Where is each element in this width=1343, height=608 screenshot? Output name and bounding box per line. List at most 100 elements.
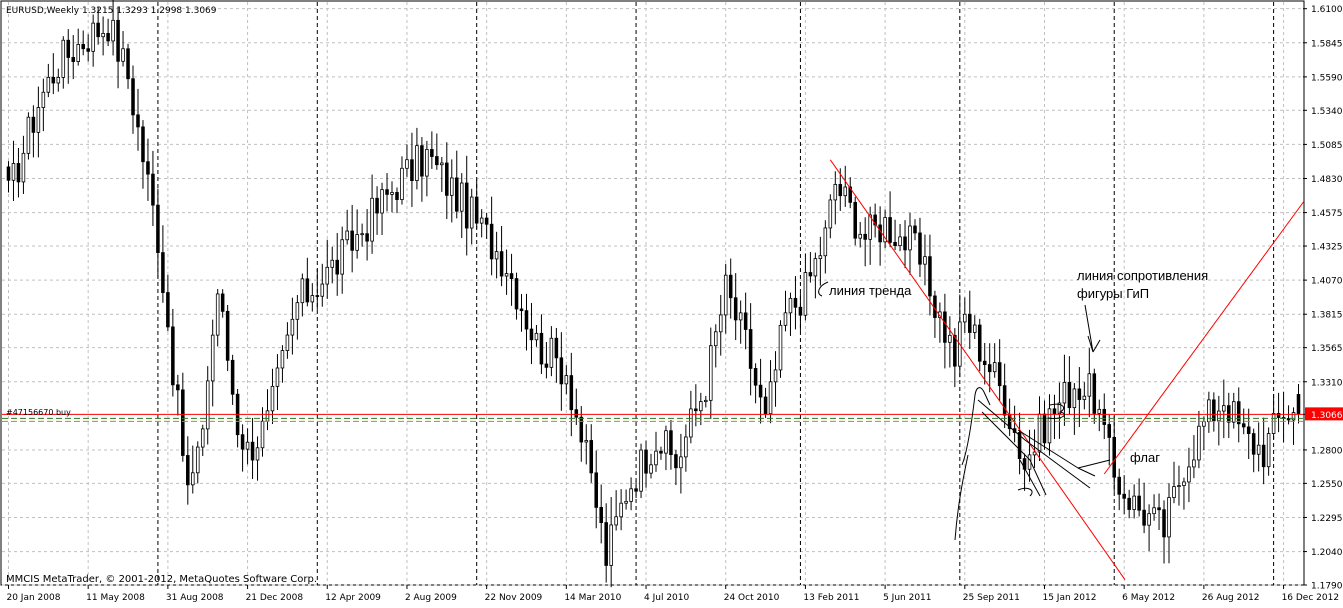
candle-bear[interactable] xyxy=(220,293,225,312)
candle-bear[interactable] xyxy=(589,440,594,474)
candle-bear[interactable] xyxy=(793,297,798,308)
candle-bear[interactable] xyxy=(186,455,190,486)
candle-bull[interactable] xyxy=(773,369,778,383)
candle-bull[interactable] xyxy=(833,184,838,201)
candle-bull[interactable] xyxy=(91,22,95,52)
candle-bear[interactable] xyxy=(634,488,638,492)
candle-bear[interactable] xyxy=(1241,423,1246,428)
candle-bull[interactable] xyxy=(718,314,723,333)
candle-bear[interactable] xyxy=(1261,444,1266,468)
candle-bull[interactable] xyxy=(425,149,429,177)
candle-bear[interactable] xyxy=(6,166,11,181)
candle-bear[interactable] xyxy=(116,19,120,62)
candle-bear[interactable] xyxy=(743,312,748,330)
candle-bear[interactable] xyxy=(136,114,140,128)
candle-bull[interactable] xyxy=(778,324,783,371)
candle-bear[interactable] xyxy=(798,306,803,316)
candle-bull[interactable] xyxy=(803,272,808,316)
candle-bull[interactable] xyxy=(1072,388,1077,409)
candle-bull[interactable] xyxy=(494,251,499,260)
candle-bear[interactable] xyxy=(953,334,957,367)
candle-bear[interactable] xyxy=(51,76,56,84)
candle-bull[interactable] xyxy=(1167,497,1171,538)
candle-bull[interactable] xyxy=(923,256,927,265)
candle-bull[interactable] xyxy=(1152,507,1156,515)
candle-bear[interactable] xyxy=(176,384,180,391)
candle-bull[interactable] xyxy=(504,273,509,277)
candle-bull[interactable] xyxy=(783,312,788,326)
candle-bull[interactable] xyxy=(101,33,105,38)
candle-bull[interactable] xyxy=(1266,433,1271,468)
candle-bull[interactable] xyxy=(195,446,200,474)
candle-bull[interactable] xyxy=(818,255,823,260)
candle-bear[interactable] xyxy=(888,217,892,243)
candle-bear[interactable] xyxy=(454,177,459,212)
candle-bear[interactable] xyxy=(375,197,379,214)
candle-bull[interactable] xyxy=(61,39,66,78)
candle-bull[interactable] xyxy=(1172,486,1176,498)
candle-bear[interactable] xyxy=(509,273,514,279)
candle-bear[interactable] xyxy=(559,357,564,385)
candle-bear[interactable] xyxy=(878,224,882,243)
candle-bear[interactable] xyxy=(1251,433,1256,455)
candle-bear[interactable] xyxy=(753,368,758,386)
candle-bull[interactable] xyxy=(330,259,335,268)
candle-bear[interactable] xyxy=(141,126,145,163)
candle-bear[interactable] xyxy=(225,310,230,361)
candle-bear[interactable] xyxy=(968,313,972,333)
candle-bull[interactable] xyxy=(275,367,280,387)
candle-bull[interactable] xyxy=(684,436,688,458)
candle-bear[interactable] xyxy=(733,297,738,321)
candle-bull[interactable] xyxy=(1182,481,1186,486)
candle-bull[interactable] xyxy=(689,408,693,438)
candle-bear[interactable] xyxy=(166,292,170,328)
candle-bull[interactable] xyxy=(584,440,589,443)
candle-bull[interactable] xyxy=(340,239,344,275)
candle-bear[interactable] xyxy=(445,162,449,196)
candle-bull[interactable] xyxy=(948,334,952,343)
candle-bull[interactable] xyxy=(405,159,409,169)
candle-bear[interactable] xyxy=(644,449,648,474)
candle-bull[interactable] xyxy=(992,362,997,373)
candle-bull[interactable] xyxy=(823,227,828,257)
candle-bear[interactable] xyxy=(86,48,90,52)
candle-bull[interactable] xyxy=(320,283,325,297)
candle-bull[interactable] xyxy=(36,107,41,133)
candle-bear[interactable] xyxy=(250,441,255,461)
candle-bull[interactable] xyxy=(1097,408,1102,414)
candle-bear[interactable] xyxy=(1157,507,1161,511)
candle-bear[interactable] xyxy=(240,434,245,450)
candle-bull[interactable] xyxy=(858,233,862,239)
candle-bear[interactable] xyxy=(1246,426,1251,434)
candle-bear[interactable] xyxy=(151,173,155,206)
candle-bear[interactable] xyxy=(315,295,320,297)
candle-bear[interactable] xyxy=(928,256,932,297)
candle-bull[interactable] xyxy=(629,488,633,502)
candle-bear[interactable] xyxy=(395,192,399,200)
candle-bull[interactable] xyxy=(699,401,703,412)
candle-bull[interactable] xyxy=(679,456,683,469)
candle-bear[interactable] xyxy=(728,274,733,299)
candle-bear[interactable] xyxy=(763,396,768,415)
candle-bull[interactable] xyxy=(704,399,708,403)
candle-bear[interactable] xyxy=(943,311,947,343)
candle-bear[interactable] xyxy=(997,362,1002,387)
candle-bull[interactable] xyxy=(1087,373,1092,397)
order-label[interactable]: #47156670 buy xyxy=(6,408,71,417)
candle-bull[interactable] xyxy=(200,428,205,448)
candle-bull[interactable] xyxy=(76,44,80,62)
candle-bear[interactable] xyxy=(81,44,85,50)
candle-bull[interactable] xyxy=(21,152,26,183)
candle-bull[interactable] xyxy=(713,331,718,347)
candle-bear[interactable] xyxy=(305,278,310,303)
price-chart[interactable]: 1.6100 1.5845 1.5590 1.5340 1.5085 1.4830 1.45… xyxy=(0,0,1343,604)
candle-bear[interactable] xyxy=(171,326,175,386)
candle-bull[interactable] xyxy=(649,464,653,474)
candle-bull[interactable] xyxy=(534,332,539,341)
candle-bear[interactable] xyxy=(1137,495,1141,511)
candle-bull[interactable] xyxy=(1197,425,1201,461)
candle-bear[interactable] xyxy=(514,278,519,310)
candle-bull[interactable] xyxy=(1256,444,1261,455)
candle-bull[interactable] xyxy=(549,337,554,368)
candle-bull[interactable] xyxy=(1231,401,1236,423)
